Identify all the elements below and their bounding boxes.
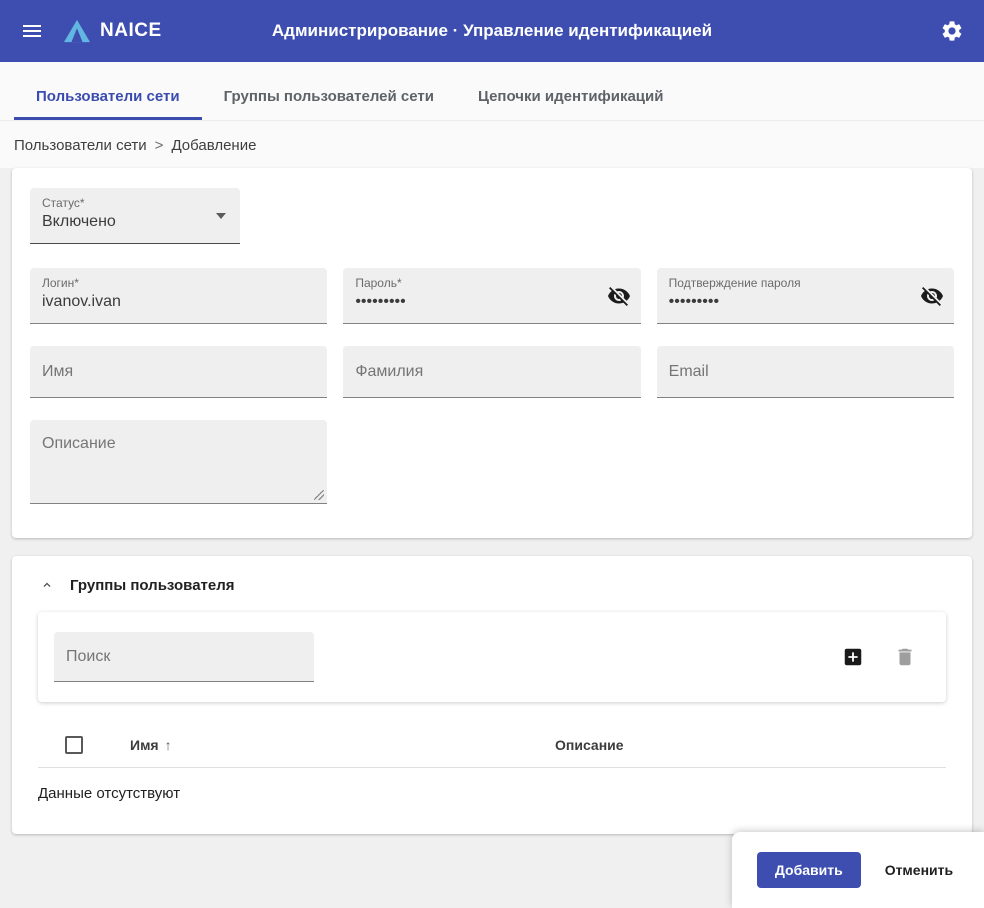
tab-label: Цепочки идентификаций — [478, 88, 664, 105]
group-search-input[interactable] — [66, 648, 302, 666]
tab-label: Группы пользователей сети — [224, 88, 434, 105]
column-name-label: Имя — [130, 737, 159, 753]
add-group-button[interactable] — [840, 644, 866, 670]
user-groups-card: Группы пользователя Имя ↑ — [12, 556, 972, 834]
toggle-password-confirm-visibility-button[interactable] — [916, 280, 948, 312]
breadcrumb-current: Добавление — [171, 137, 256, 154]
email-field[interactable] — [657, 346, 954, 398]
tab-bar: Пользователи сети Группы пользователей с… — [0, 62, 984, 121]
collapse-section-button[interactable] — [38, 576, 56, 594]
chevron-up-icon — [40, 578, 54, 592]
hamburger-icon — [20, 19, 44, 43]
breadcrumb-parent[interactable]: Пользователи сети — [14, 137, 147, 154]
subheader: Пользователи сети Группы пользователей с… — [0, 62, 984, 168]
select-all-checkbox[interactable] — [65, 736, 83, 754]
first-name-field[interactable] — [30, 346, 327, 398]
first-name-input[interactable] — [42, 363, 315, 381]
login-input[interactable] — [42, 293, 315, 311]
password-input[interactable] — [355, 293, 594, 311]
last-name-input[interactable] — [355, 363, 628, 381]
brand-name: NAICE — [100, 20, 162, 42]
status-select[interactable]: Статус* Включено — [30, 188, 240, 244]
appbar-left: NAICE — [14, 13, 162, 49]
menu-button[interactable] — [14, 13, 50, 49]
credentials-row: Логин* Пароль* Подтверждение пароля — [30, 268, 954, 324]
form-actions: Добавить Отменить — [732, 832, 984, 908]
breadcrumb: Пользователи сети > Добавление — [0, 121, 984, 168]
password-confirm-input[interactable] — [669, 293, 908, 311]
add-box-icon — [842, 646, 864, 668]
appbar-right — [934, 13, 970, 49]
login-field[interactable]: Логин* — [30, 268, 327, 324]
user-form-card: Статус* Включено Логин* Пароль* Подтверж… — [12, 168, 972, 538]
eye-off-icon — [607, 284, 631, 308]
login-label: Логин* — [42, 276, 315, 290]
column-header-description[interactable]: Описание — [555, 737, 946, 753]
tab-network-user-groups[interactable]: Группы пользователей сети — [202, 74, 456, 120]
status-label: Статус* — [42, 196, 228, 210]
group-search-field[interactable] — [54, 632, 314, 682]
tab-network-users[interactable]: Пользователи сети — [14, 74, 202, 120]
table-header-row: Имя ↑ Описание — [38, 722, 946, 768]
gear-icon — [940, 19, 964, 43]
description-textarea[interactable] — [42, 435, 315, 495]
cancel-button[interactable]: Отменить — [879, 852, 959, 888]
column-header-name[interactable]: Имя ↑ — [130, 737, 555, 753]
status-value: Включено — [42, 213, 116, 230]
groups-header: Группы пользователя — [38, 576, 946, 594]
sort-ascending-icon: ↑ — [165, 737, 172, 753]
breadcrumb-separator: > — [155, 137, 164, 154]
description-row — [30, 420, 954, 504]
app-logo: NAICE — [62, 18, 162, 44]
toggle-password-visibility-button[interactable] — [603, 280, 635, 312]
page-title: Администрирование · Управление идентифик… — [272, 21, 712, 41]
empty-table-message: Данные отсутствуют — [38, 768, 946, 808]
toolbar-actions — [840, 644, 930, 670]
tab-label: Пользователи сети — [36, 88, 180, 105]
password-confirm-field[interactable]: Подтверждение пароля — [657, 268, 954, 324]
groups-title: Группы пользователя — [70, 577, 235, 594]
app-header: NAICE Администрирование · Управление иде… — [0, 0, 984, 62]
password-label: Пароль* — [355, 276, 628, 290]
resize-handle[interactable] — [314, 490, 324, 500]
logo-icon — [62, 18, 92, 44]
password-confirm-label: Подтверждение пароля — [669, 276, 942, 290]
last-name-field[interactable] — [343, 346, 640, 398]
name-row — [30, 346, 954, 398]
password-field[interactable]: Пароль* — [343, 268, 640, 324]
description-field[interactable] — [30, 420, 327, 504]
email-input[interactable] — [669, 363, 942, 381]
submit-button[interactable]: Добавить — [757, 852, 861, 888]
delete-group-button[interactable] — [892, 644, 918, 670]
groups-toolbar — [38, 612, 946, 702]
eye-off-icon — [920, 284, 944, 308]
groups-table: Имя ↑ Описание Данные отсутствуют — [38, 722, 946, 808]
trash-icon — [894, 646, 916, 668]
dropdown-arrow-icon — [216, 213, 226, 219]
settings-button[interactable] — [934, 13, 970, 49]
tab-identification-chains[interactable]: Цепочки идентификаций — [456, 74, 686, 120]
